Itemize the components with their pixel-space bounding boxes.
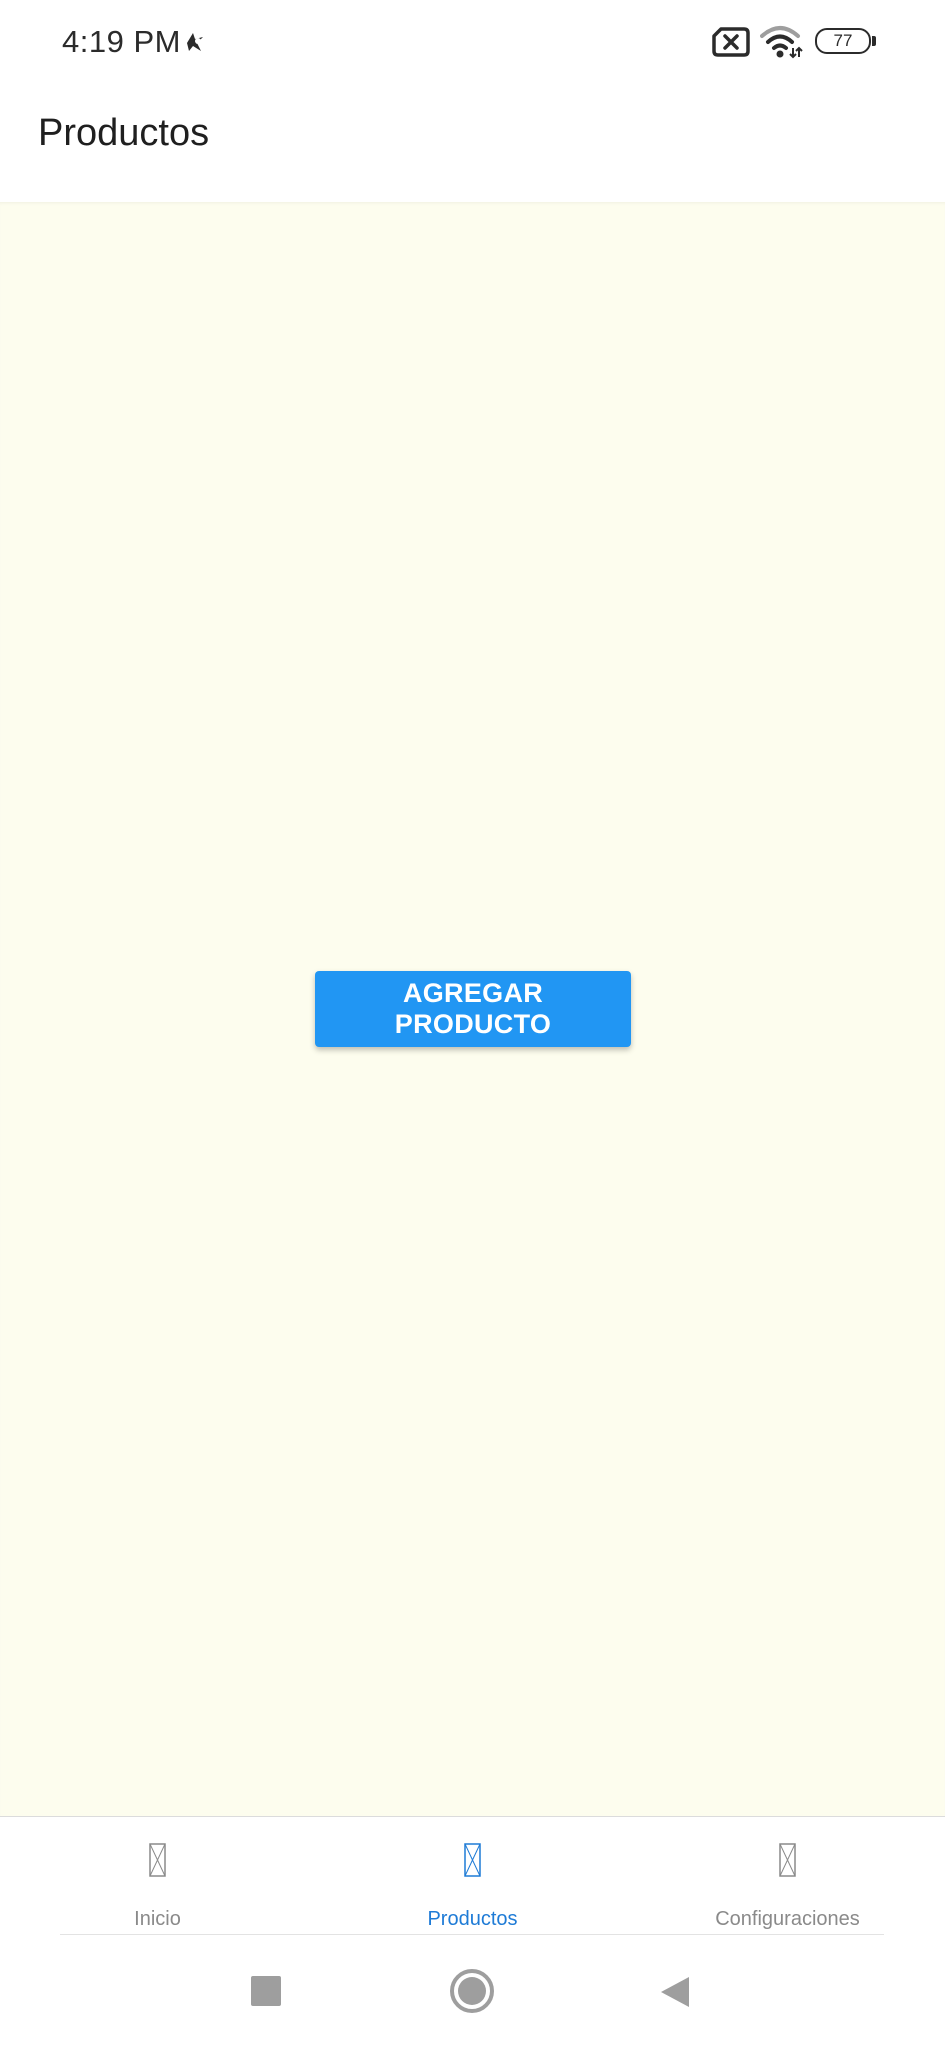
recents-button[interactable] — [251, 1976, 281, 2006]
tab-configuraciones[interactable]: Configuraciones — [630, 1817, 945, 1933]
wifi-icon — [760, 26, 803, 59]
tab-label-configuraciones: Configuraciones — [715, 1908, 860, 1930]
bottom-tab-bar: Inicio Productos Configuraciones — [0, 1816, 945, 1933]
tab-label-productos: Productos — [427, 1908, 518, 1930]
tab-label-inicio: Inicio — [134, 1908, 181, 1930]
battery-tip — [872, 36, 876, 46]
add-product-button[interactable]: AGREGAR PRODUCTO — [315, 971, 631, 1047]
page-title: Productos — [38, 112, 210, 154]
bird-icon — [187, 33, 203, 51]
battery-icon: 77 — [815, 28, 876, 54]
status-time: 4:19 PM — [62, 24, 181, 59]
missing-glyph-icon — [779, 1843, 796, 1877]
main-content: AGREGAR PRODUCTO — [0, 202, 945, 1816]
back-button[interactable] — [659, 1975, 691, 2009]
status-bar: 4:19 PM 77 — [0, 0, 945, 86]
missing-glyph-icon — [149, 1843, 166, 1877]
screen: 4:19 PM 77 Productos AGREGAR PRODUCTO In… — [0, 0, 945, 2048]
home-button[interactable] — [449, 1968, 495, 2014]
missing-glyph-icon — [464, 1843, 481, 1877]
tab-inicio[interactable]: Inicio — [0, 1817, 315, 1933]
no-sim-icon — [712, 27, 750, 57]
app-header: Productos — [0, 86, 945, 202]
tab-productos[interactable]: Productos — [315, 1817, 630, 1933]
battery-level: 77 — [815, 28, 871, 54]
